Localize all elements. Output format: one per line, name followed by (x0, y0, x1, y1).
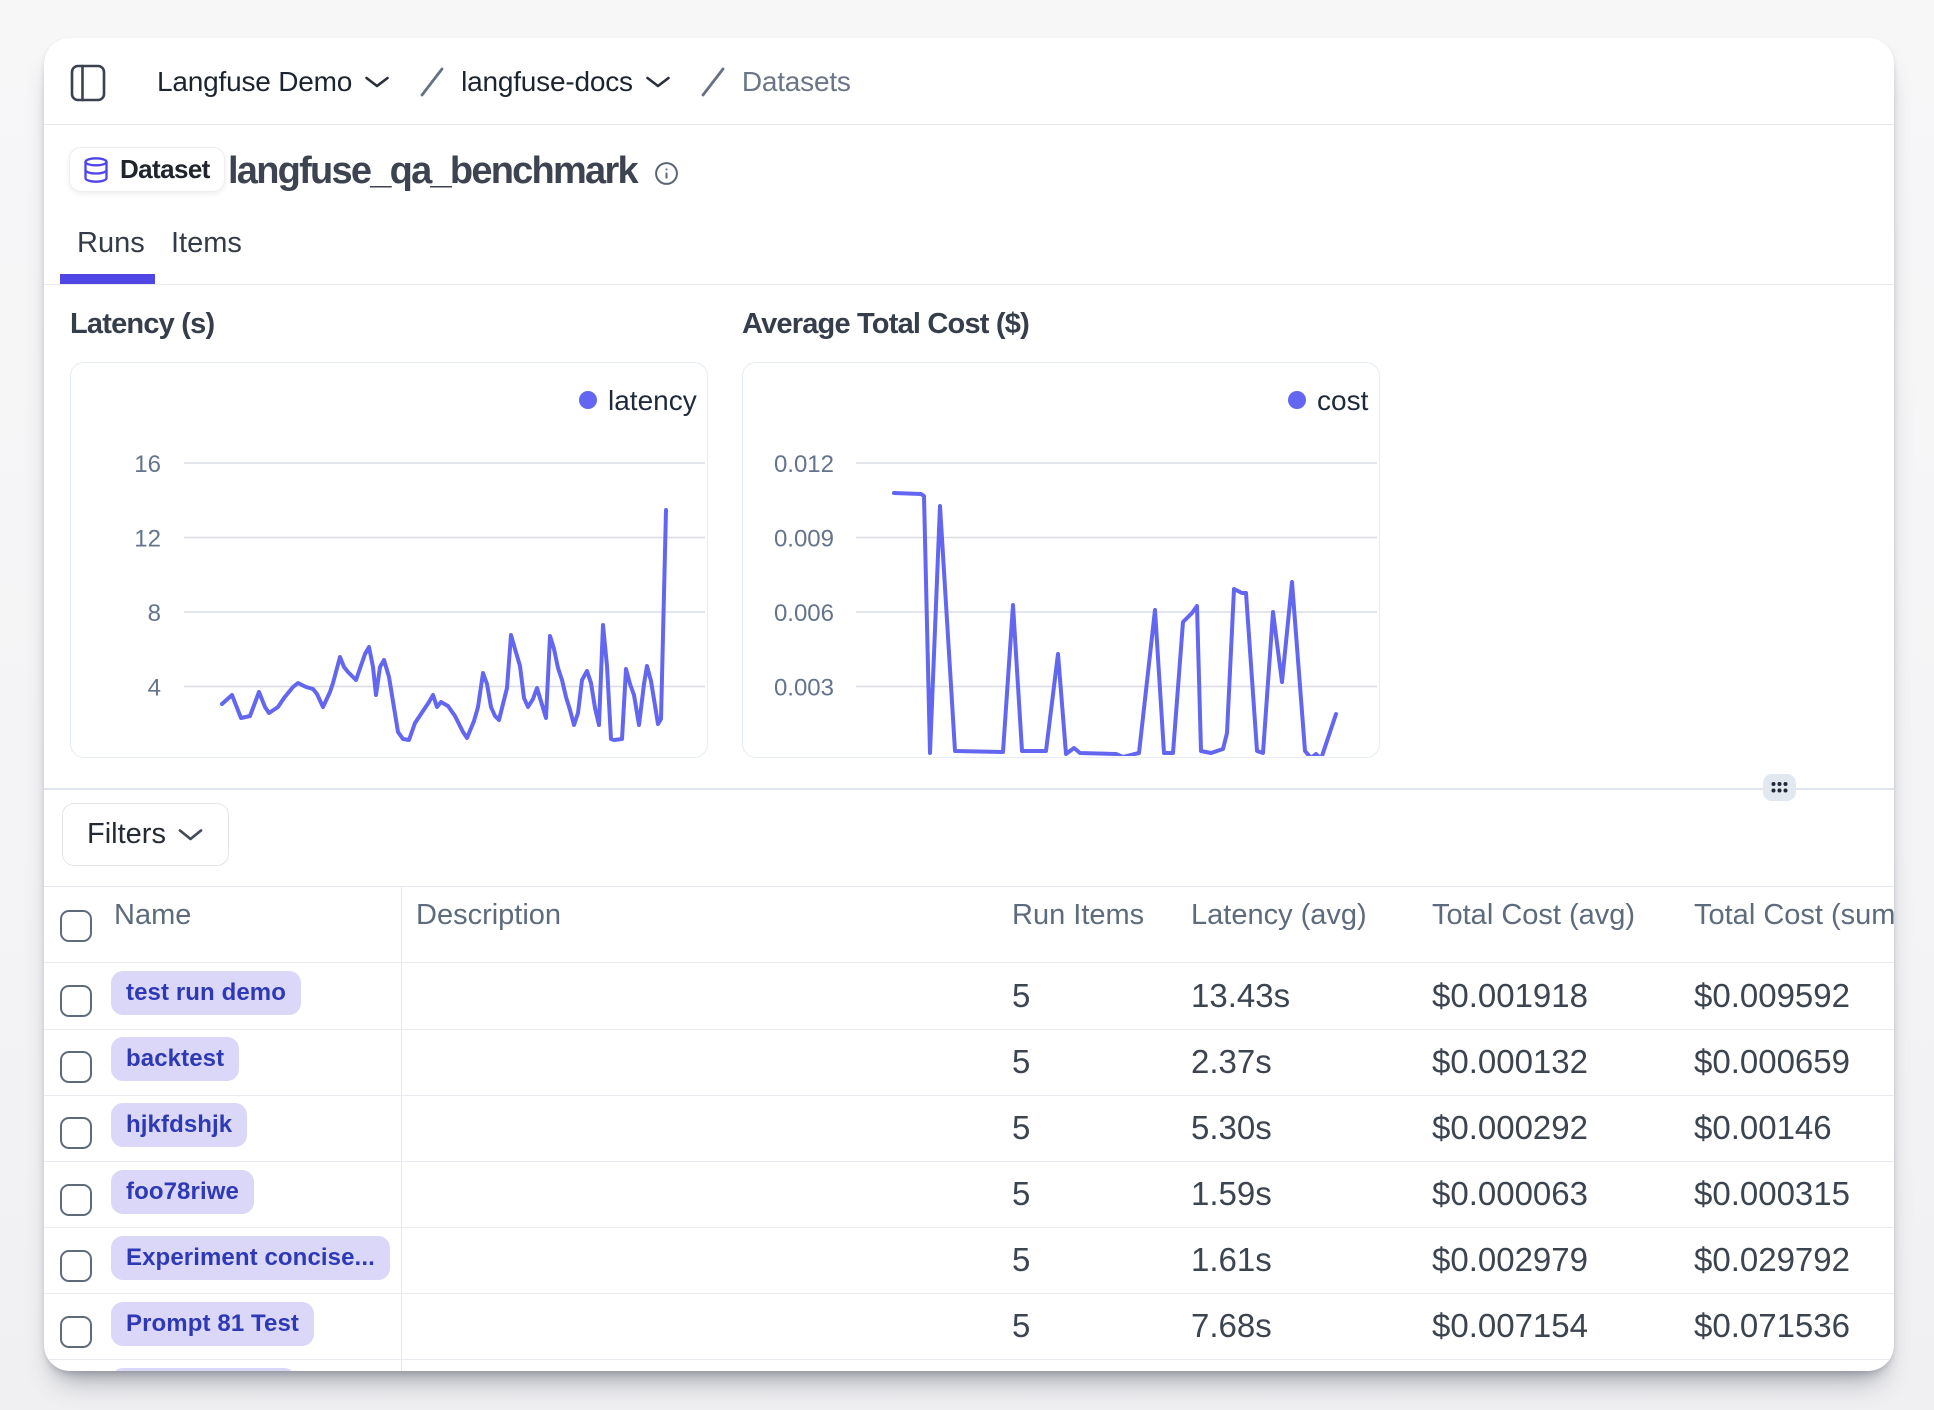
svg-text:0.009: 0.009 (774, 526, 834, 553)
svg-text:12: 12 (134, 526, 161, 553)
svg-text:16: 16 (134, 451, 161, 478)
svg-text:0.012: 0.012 (774, 451, 834, 478)
svg-text:0.006: 0.006 (774, 600, 834, 627)
svg-text:0.003: 0.003 (774, 675, 834, 702)
svg-text:4: 4 (148, 675, 161, 702)
svg-text:latency: latency (608, 385, 697, 416)
svg-text:8: 8 (148, 600, 161, 627)
svg-text:cost: cost (1317, 385, 1369, 416)
